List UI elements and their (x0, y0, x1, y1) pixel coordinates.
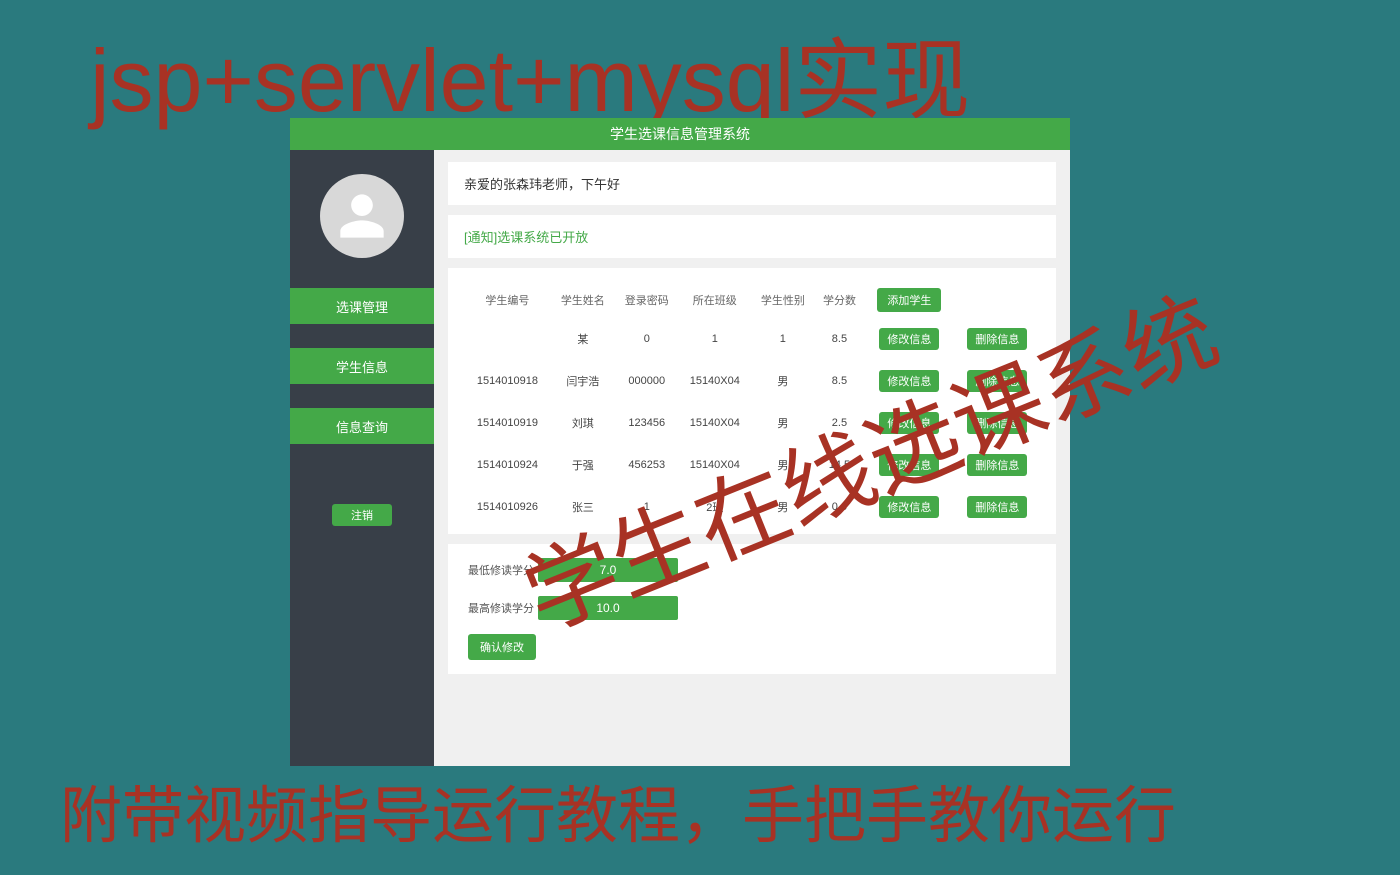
min-credit-input[interactable] (538, 558, 678, 582)
delete-button[interactable]: 删除信息 (967, 370, 1027, 392)
table-row: 某0118.5修改信息删除信息 (464, 318, 1040, 360)
edit-button[interactable]: 修改信息 (879, 412, 939, 434)
table-row: 1514010918闫宇浩00000015140X04男8.5 修改信息 删除信息 (464, 360, 1040, 402)
cell-sex: 男 (751, 444, 815, 486)
cell-pwd: 0 (615, 318, 679, 360)
cell-id: 1514010918 (464, 360, 551, 402)
col-pwd: 登录密码 (615, 282, 679, 318)
cell-class: 15140X04 (679, 360, 751, 402)
notice-text[interactable]: [通知]选课系统已开放 (464, 230, 588, 245)
cell-pwd: 123456 (615, 402, 679, 444)
main-content: 亲爱的张森玮老师，下午好 [通知]选课系统已开放 学生编号 学生姓名 登录密码 … (434, 150, 1070, 766)
greeting-text: 亲爱的张森玮老师，下午好 (464, 177, 620, 192)
col-name: 学生姓名 (551, 282, 615, 318)
nav-course-manage[interactable]: 选课管理 (290, 288, 434, 324)
edit-button[interactable]: 修改信息 (879, 370, 939, 392)
cell-pwd: 000000 (615, 360, 679, 402)
cell-name: 闫宇浩 (551, 360, 615, 402)
notice-card: [通知]选课系统已开放 (448, 215, 1056, 258)
cell-credit: 2.5 (815, 402, 864, 444)
cell-credit: 8.5 (815, 360, 864, 402)
delete-button[interactable]: 删除信息 (967, 412, 1027, 434)
cell-id: 1514010926 (464, 486, 551, 528)
cell-sex: 1 (751, 318, 815, 360)
nav-student-info[interactable]: 学生信息 (290, 348, 434, 384)
delete-button[interactable]: 删除信息 (967, 454, 1027, 476)
students-table: 学生编号 学生姓名 登录密码 所在班级 学生性别 学分数 添加学生 某0118.… (464, 282, 1040, 528)
col-class: 所在班级 (679, 282, 751, 318)
avatar (320, 174, 404, 258)
cell-name: 于强 (551, 444, 615, 486)
cell-class: 15140X04 (679, 444, 751, 486)
delete-button[interactable]: 删除信息 (967, 496, 1027, 518)
topbar: 学生选课信息管理系统 (290, 118, 1070, 150)
app-title: 学生选课信息管理系统 (610, 124, 750, 144)
nav: 选课管理 学生信息 信息查询 (290, 288, 434, 468)
delete-button[interactable]: 删除信息 (967, 328, 1027, 350)
logout-button[interactable]: 注销 (332, 504, 392, 526)
banner-bottom: 附带视频指导运行教程，手把手教你运行 (60, 765, 1176, 855)
cell-id (464, 318, 551, 360)
edit-button[interactable]: 修改信息 (879, 496, 939, 518)
table-row: 1514010926张三12班男0.0 修改信息 删除信息 (464, 486, 1040, 528)
user-icon (336, 190, 388, 242)
cell-name: 某 (551, 318, 615, 360)
col-id: 学生编号 (464, 282, 551, 318)
cell-name: 刘琪 (551, 402, 615, 444)
cell-class: 2班 (679, 486, 751, 528)
app-window: 学生选课信息管理系统 选课管理 学生信息 信息查询 注销 亲爱的张森玮老师，下午… (290, 118, 1070, 766)
students-table-card: 学生编号 学生姓名 登录密码 所在班级 学生性别 学分数 添加学生 某0118.… (448, 268, 1056, 534)
cell-credit: 8.5 (815, 318, 864, 360)
cell-sex: 男 (751, 402, 815, 444)
greeting-card: 亲爱的张森玮老师，下午好 (448, 162, 1056, 205)
add-student-button[interactable]: 添加学生 (877, 288, 941, 312)
cell-class: 15140X04 (679, 402, 751, 444)
cell-pwd: 456253 (615, 444, 679, 486)
edit-button[interactable]: 修改信息 (879, 454, 939, 476)
confirm-edit-button[interactable]: 确认修改 (468, 634, 536, 660)
cell-credit: 0.0 (815, 486, 864, 528)
max-credit-input[interactable] (538, 596, 678, 620)
nav-info-query[interactable]: 信息查询 (290, 408, 434, 444)
edit-button[interactable]: 修改信息 (879, 328, 939, 350)
cell-sex: 男 (751, 360, 815, 402)
cell-name: 张三 (551, 486, 615, 528)
table-row: 1514010924于强45625315140X04男14.5 修改信息 删除信息 (464, 444, 1040, 486)
sidebar: 选课管理 学生信息 信息查询 注销 (290, 150, 434, 766)
cell-id: 1514010919 (464, 402, 551, 444)
table-row: 1514010919刘琪12345615140X04男2.5 修改信息 删除信息 (464, 402, 1040, 444)
cell-id: 1514010924 (464, 444, 551, 486)
max-credit-label: 最高修读学分 (468, 600, 538, 616)
min-credit-label: 最低修读学分 (468, 562, 538, 578)
col-credit: 学分数 (815, 282, 864, 318)
cell-sex: 男 (751, 486, 815, 528)
cell-credit: 14.5 (815, 444, 864, 486)
cell-class: 1 (679, 318, 751, 360)
col-sex: 学生性别 (751, 282, 815, 318)
credits-card: 最低修读学分 最高修读学分 确认修改 (448, 544, 1056, 674)
cell-pwd: 1 (615, 486, 679, 528)
